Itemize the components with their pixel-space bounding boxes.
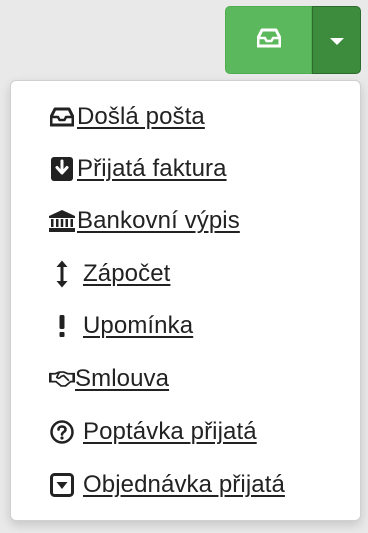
vertical-arrows-icon: [49, 260, 75, 288]
menu-item-objednavka-prijata[interactable]: Objednávka přijatá: [49, 465, 285, 505]
caret-square-down-icon: [49, 472, 75, 498]
handshake-icon: [49, 366, 75, 392]
menu-item-label: Přijatá faktura: [77, 155, 227, 182]
menu-item-smlouva[interactable]: Smlouva: [49, 359, 169, 399]
bank-icon: [49, 208, 75, 234]
menu-item-prijata-faktura[interactable]: Přijatá faktura: [49, 149, 227, 189]
inbox-button[interactable]: [225, 6, 312, 74]
exclamation-icon: [49, 313, 75, 339]
menu-item-dosla-posta[interactable]: Došlá pošta: [49, 97, 205, 137]
menu-item-zapocet[interactable]: Zápočet: [49, 254, 170, 294]
menu-item-upominka[interactable]: Upomínka: [49, 306, 193, 346]
new-document-split-button: [225, 6, 361, 74]
dropdown-toggle-button[interactable]: [312, 6, 361, 74]
menu-item-label: Objednávka přijatá: [83, 471, 285, 498]
inbox-icon: [49, 104, 75, 130]
inbox-icon: [256, 28, 281, 53]
menu-item-label: Poptávka přijatá: [83, 418, 257, 445]
menu-item-bankovni-vypis[interactable]: Bankovní výpis: [49, 201, 240, 241]
download-square-icon: [49, 156, 75, 182]
menu-item-label: Zápočet: [83, 260, 171, 287]
menu-item-label: Upomínka: [83, 312, 194, 339]
menu-item-label: Bankovní výpis: [77, 207, 240, 234]
menu-item-label: Smlouva: [75, 365, 170, 392]
menu-item-poptavka-prijata[interactable]: Poptávka přijatá: [49, 412, 257, 452]
question-circle-icon: [49, 419, 75, 445]
caret-down-icon: [329, 37, 344, 45]
dropdown-menu: Došlá pošta Přijatá faktura Bankovní výp…: [10, 80, 361, 521]
menu-item-label: Došlá pošta: [77, 103, 205, 130]
